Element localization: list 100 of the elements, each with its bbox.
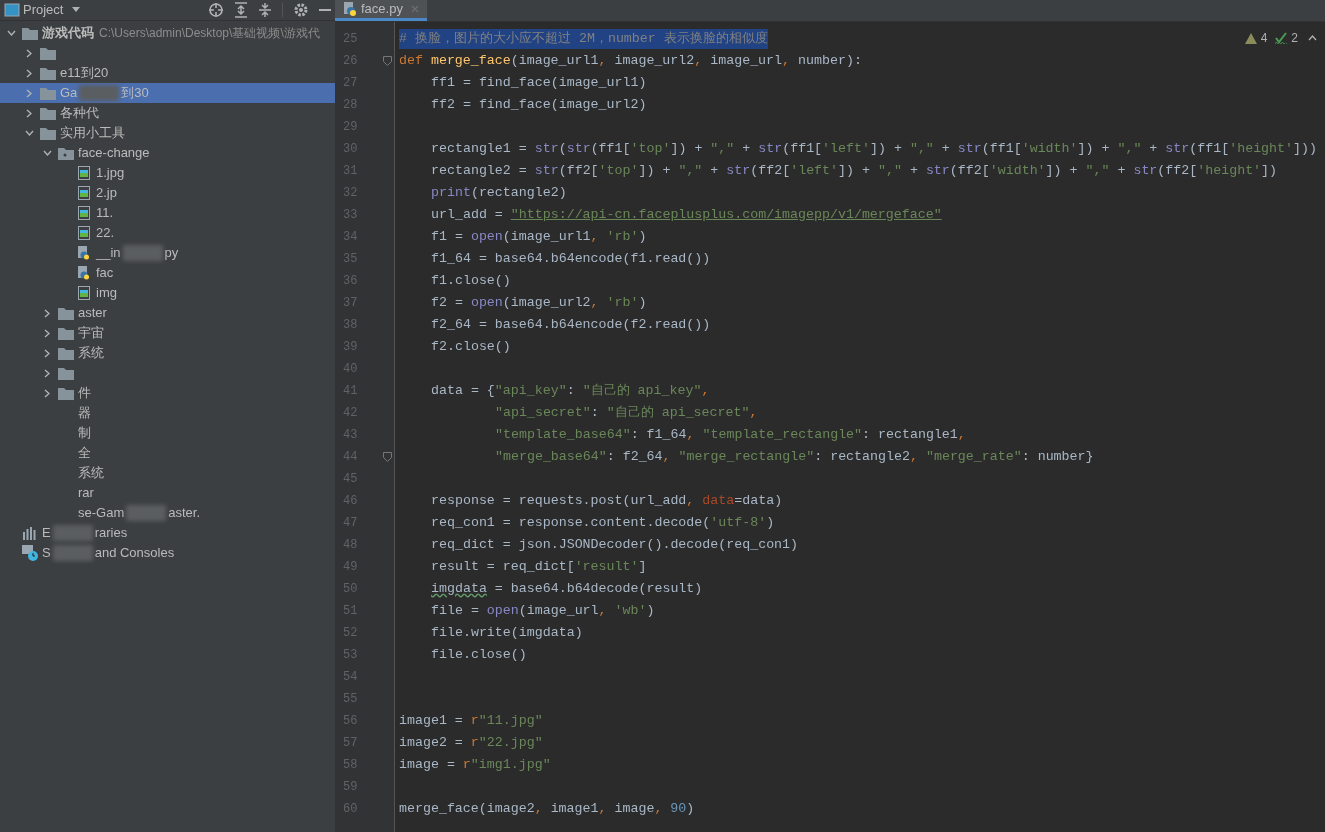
- code-line: req_con1 = response.content.decode('utf-8'): [431, 514, 775, 532]
- tree-item[interactable]: E raries: [0, 523, 335, 543]
- chevron-right-icon[interactable]: [26, 68, 32, 78]
- code-line: req_dict = json.JSONDecoder().decode(req_con1): [431, 536, 799, 554]
- minimize-icon[interactable]: [319, 8, 331, 12]
- tree-item[interactable]: 器: [0, 403, 335, 423]
- image-file-icon: [78, 166, 90, 180]
- code-line: print(rectangle2): [431, 184, 567, 202]
- tree-item[interactable]: 2.jp: [0, 183, 335, 203]
- chevron-right-icon[interactable]: [44, 348, 50, 358]
- chevron-right-icon[interactable]: [44, 368, 50, 378]
- tree-item[interactable]: face-change: [0, 143, 335, 163]
- expand-all-icon[interactable]: [234, 2, 248, 18]
- code-line: "merge_base64": f2_64, "merge_rectangle": rectangle2, "merge_rate": number}: [495, 448, 1094, 466]
- image-file-icon: [78, 206, 90, 220]
- tree-item[interactable]: 各种代: [0, 103, 335, 123]
- code-line: data = {"api_key": "自己的 api_key",: [431, 382, 710, 400]
- python-file-icon: [343, 1, 357, 16]
- folder-icon: [58, 326, 74, 340]
- tree-item[interactable]: e11到20: [0, 63, 335, 83]
- code-line: def merge_face(image_url1, image_url2, image_url, number):: [399, 52, 862, 70]
- code-line: image2 = r"22.jpg": [399, 734, 543, 752]
- code-line: f1_64 = base64.b64encode(f1.read()): [431, 250, 711, 268]
- code-line: f2.close(): [431, 338, 511, 356]
- folder-icon: [58, 306, 74, 320]
- dropdown-icon[interactable]: [71, 7, 82, 13]
- tree-item[interactable]: 11.: [0, 203, 335, 223]
- collapse-all-icon[interactable]: [258, 2, 272, 18]
- project-panel-icon: [4, 3, 20, 17]
- code-line: file.close(): [431, 646, 527, 664]
- tree-item[interactable]: __in py: [0, 243, 335, 263]
- code-line: f1 = open(image_url1, 'rb'): [431, 228, 647, 246]
- fold-icon[interactable]: [383, 56, 392, 66]
- typo-check-icon: [1275, 32, 1288, 44]
- code-line: "template_base64": f1_64, "template_rectangle": rectangle1,: [495, 426, 966, 444]
- warning-count[interactable]: 4: [1260, 29, 1268, 47]
- folder-icon: [40, 46, 56, 60]
- code-line: f2_64 = base64.b64encode(f2.read()): [431, 316, 711, 334]
- chevron-down-icon[interactable]: [24, 130, 34, 136]
- blurred-patch: [122, 245, 163, 261]
- tree-item[interactable]: 宇宙: [0, 323, 335, 343]
- folder-icon: [40, 126, 56, 140]
- code-line: ff1 = find_face(image_url1): [431, 74, 647, 92]
- tree-item[interactable]: rar: [0, 483, 335, 503]
- chevron-right-icon[interactable]: [44, 328, 50, 338]
- code-line: f1.close(): [431, 272, 511, 290]
- code-line: imgdata = base64.b64decode(result): [431, 580, 703, 598]
- tree-item[interactable]: 系统: [0, 343, 335, 363]
- tree-item[interactable]: 系统: [0, 463, 335, 483]
- tree-item[interactable]: aster: [0, 303, 335, 323]
- caret-up-icon[interactable]: [1308, 35, 1317, 41]
- blurred-patch: [52, 545, 93, 561]
- folder-icon: [40, 66, 56, 80]
- tree-item[interactable]: 全: [0, 443, 335, 463]
- chevron-right-icon[interactable]: [44, 388, 50, 398]
- image-file-icon: [78, 186, 90, 200]
- folder-icon: [58, 366, 74, 380]
- tree-item[interactable]: 22.: [0, 223, 335, 243]
- fold-icon[interactable]: [383, 452, 392, 462]
- code-line: rectangle2 = str(ff2['top']) + "," + str(ff2['left']) + "," + str(ff2['width']) + "," + str(ff2['height']): [431, 162, 1278, 180]
- folder-icon: [58, 386, 74, 400]
- editor-tab[interactable]: face.py: [335, 0, 427, 21]
- folder-icon: [40, 106, 56, 120]
- panel-title: Project: [23, 1, 64, 20]
- tree-item[interactable]: 实用小工具: [0, 123, 335, 143]
- locate-icon[interactable]: [208, 2, 224, 18]
- python-file-icon: [77, 266, 91, 280]
- blurred-patch: [126, 505, 167, 521]
- blurred-patch: [52, 525, 93, 541]
- chevron-right-icon[interactable]: [26, 108, 32, 118]
- scratches-icon: [22, 545, 38, 561]
- code-line: ff2 = find_face(image_url2): [431, 96, 647, 114]
- tree-item[interactable]: se-Gam aster.: [0, 503, 335, 523]
- code-line: image1 = r"11.jpg": [399, 712, 543, 730]
- code-line: f2 = open(image_url2, 'rb'): [431, 294, 647, 312]
- tree-item[interactable]: 1.jpg: [0, 163, 335, 183]
- chevron-right-icon[interactable]: [26, 48, 32, 58]
- tree-item[interactable]: 件: [0, 383, 335, 403]
- libraries-icon: [22, 526, 38, 540]
- folder-icon: [58, 346, 74, 360]
- warning-icon: [1244, 32, 1257, 44]
- code-line: file.write(imgdata): [431, 624, 583, 642]
- chevron-right-icon[interactable]: [44, 308, 50, 318]
- folder-icon: [40, 86, 56, 100]
- tree-item[interactable]: img: [0, 283, 335, 303]
- folder-icon: [22, 26, 38, 40]
- tree-item[interactable]: S and Consoles: [0, 543, 335, 563]
- blurred-patch: [79, 85, 120, 101]
- code-line: "api_secret": "自己的 api_secret",: [495, 404, 758, 422]
- tree-item[interactable]: 游戏代码 C:\Users\admin\Desktop\基础视频\游戏代: [0, 23, 335, 43]
- code-line: response = requests.post(url_add, data=data): [431, 492, 783, 510]
- code-line: file = open(image_url, 'wb'): [431, 602, 655, 620]
- tree-item[interactable]: fac: [0, 263, 335, 283]
- typo-count[interactable]: 2: [1291, 29, 1298, 47]
- settings-icon[interactable]: [293, 2, 309, 18]
- chevron-down-icon[interactable]: [6, 30, 16, 36]
- chevron-down-icon[interactable]: [42, 150, 52, 156]
- tree-item[interactable]: 制: [0, 423, 335, 443]
- code-line: image = r"img1.jpg": [399, 756, 551, 774]
- folder-icon: [58, 146, 74, 160]
